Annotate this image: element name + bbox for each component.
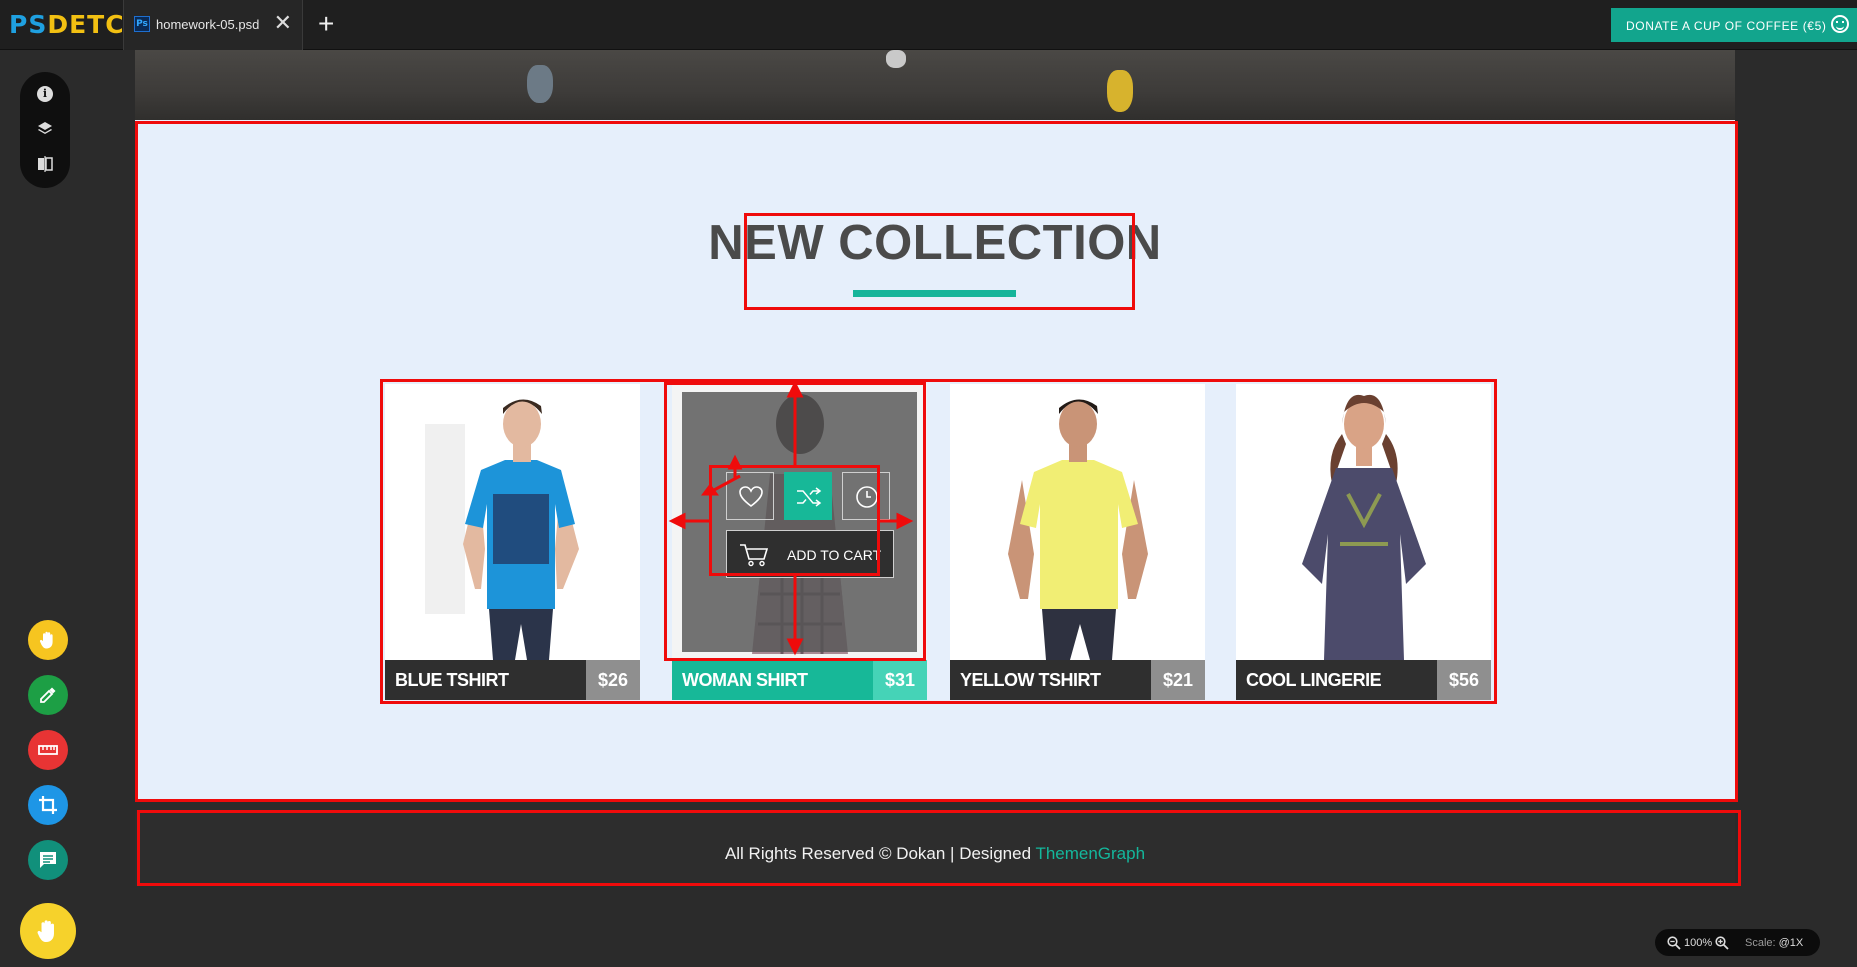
scale-readout: Scale: @1X [1745, 937, 1803, 949]
scale-label: Scale: [1745, 937, 1776, 949]
measure-guides [668, 380, 914, 656]
zoom-bar: 100% Scale: @1X [1655, 929, 1820, 956]
scale-value[interactable]: @1X [1779, 937, 1804, 949]
zoom-out-icon[interactable] [1667, 936, 1681, 950]
zoom-in-icon[interactable] [1715, 936, 1729, 950]
zoom-level: 100% [1684, 937, 1713, 949]
